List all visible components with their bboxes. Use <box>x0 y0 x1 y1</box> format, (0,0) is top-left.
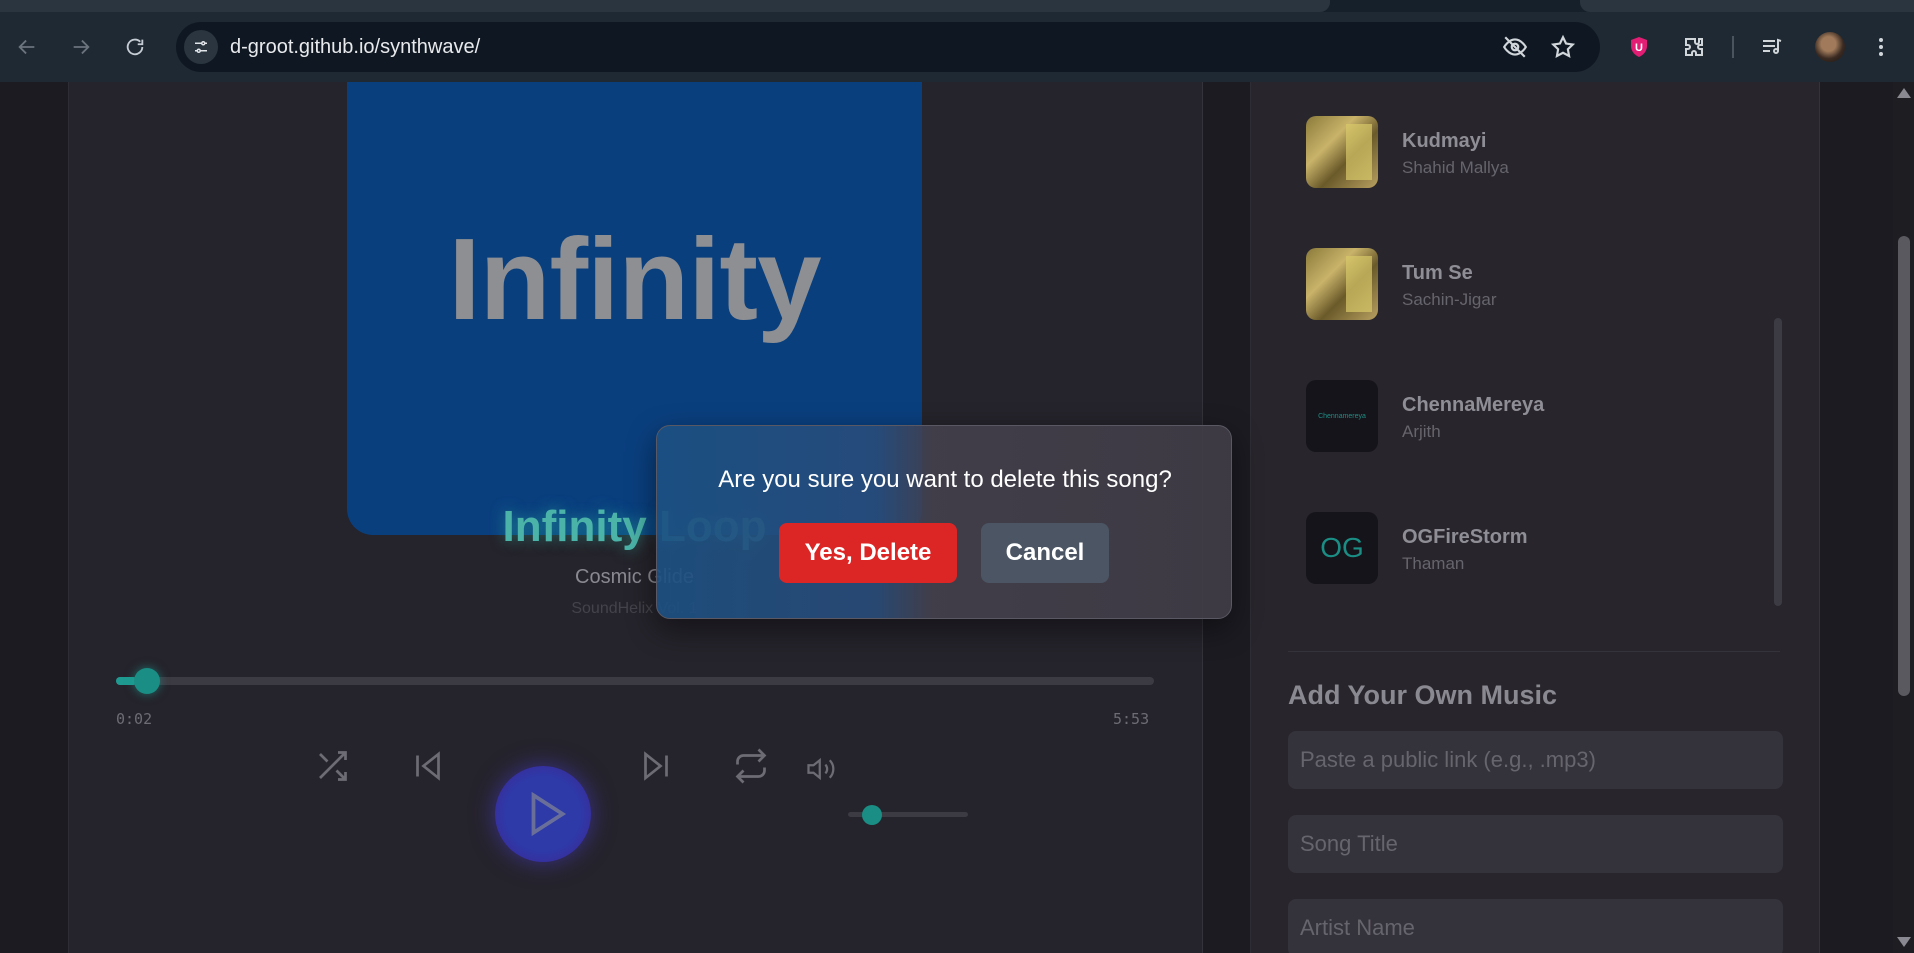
reload-icon <box>126 38 144 56</box>
address-bar[interactable]: d-groot.github.io/synthwave/ <box>176 22 1600 72</box>
scroll-down-arrow[interactable] <box>1897 937 1911 947</box>
song-link-input[interactable] <box>1288 731 1783 789</box>
progress-bar[interactable] <box>116 668 1154 694</box>
volume-icon <box>807 757 835 781</box>
puzzle-icon <box>1685 38 1703 56</box>
browser-toolbar: d-groot.github.io/synthwave/ U <box>0 0 1914 82</box>
cancel-button[interactable]: Cancel <box>981 523 1109 583</box>
page-scrollbar[interactable] <box>1893 82 1914 953</box>
song-thumbnail: OG <box>1306 512 1378 584</box>
back-button[interactable] <box>10 30 44 64</box>
playlist-item[interactable]: Chennamereya ChennaMereya Arjith <box>1306 380 1776 454</box>
playlist-song-title: Kudmayi <box>1402 130 1487 152</box>
playlist-item[interactable]: Tum Se Sachin-Jigar <box>1306 248 1776 322</box>
shuffle-icon <box>319 751 347 781</box>
profile-avatar[interactable] <box>1815 32 1845 62</box>
playlist-song-title: ChennaMereya <box>1402 394 1545 416</box>
reload-button[interactable] <box>118 30 152 64</box>
song-title-input[interactable] <box>1288 815 1783 873</box>
playlist-song-artist: Arjith <box>1402 422 1441 441</box>
arrow-right-icon <box>73 39 90 55</box>
forward-button[interactable] <box>64 30 98 64</box>
playlist-song-title: OGFireStorm <box>1402 526 1528 548</box>
dialog-message: Are you sure you want to delete this son… <box>718 466 1172 493</box>
album-art-text: Infinity <box>448 213 821 344</box>
queue-music-icon <box>1763 38 1782 54</box>
play-icon <box>531 791 567 837</box>
star-icon <box>1550 34 1576 59</box>
volume-button[interactable] <box>804 752 838 786</box>
song-thumbnail <box>1306 116 1378 188</box>
more-vertical-icon <box>1879 38 1883 56</box>
artist-name-input[interactable] <box>1288 899 1783 953</box>
bookmark-button[interactable] <box>1550 34 1576 60</box>
tune-icon <box>195 41 207 53</box>
browser-menu-button[interactable] <box>1864 30 1898 64</box>
active-tab[interactable] <box>0 0 1330 12</box>
url-host: d-groot.github.io <box>230 36 375 58</box>
previous-button[interactable] <box>408 746 448 786</box>
toolbar-divider <box>1732 36 1734 58</box>
progress-handle[interactable] <box>133 668 160 694</box>
skip-back-icon <box>416 751 440 781</box>
playlist-song-artist: Shahid Mallya <box>1402 158 1509 177</box>
current-time: 0:02 <box>116 710 153 728</box>
arrow-left-icon <box>18 39 35 55</box>
playlist-scrollbar[interactable] <box>1774 318 1782 606</box>
playlist-item[interactable]: OG OGFireStorm Thaman <box>1306 512 1776 586</box>
playlist-song-title: Tum Se <box>1402 262 1473 284</box>
eye-off-icon <box>1502 36 1528 58</box>
volume-handle[interactable] <box>862 805 882 825</box>
repeat-icon <box>735 748 767 784</box>
scroll-up-arrow[interactable] <box>1897 88 1911 98</box>
tab-strip-right <box>1580 0 1914 12</box>
thumbnail-caption: OG <box>1320 532 1364 563</box>
site-info-button[interactable] <box>184 30 218 64</box>
repeat-button[interactable] <box>731 746 771 786</box>
playlist-item[interactable]: Kudmayi Shahid Mallya <box>1306 116 1776 190</box>
section-divider <box>1288 651 1780 652</box>
song-thumbnail: Chennamereya <box>1306 380 1378 452</box>
url-path: /synthwave/ <box>374 36 481 58</box>
ublock-extension-button[interactable]: U <box>1622 30 1656 64</box>
shield-icon: U <box>1631 37 1647 57</box>
playlist-song-artist: Sachin-Jigar <box>1402 290 1497 309</box>
tab-strip <box>0 0 1914 12</box>
confirm-delete-button[interactable]: Yes, Delete <box>779 523 957 583</box>
page-scrollbar-thumb[interactable] <box>1898 236 1910 696</box>
tracking-protection-button[interactable] <box>1502 34 1528 60</box>
skip-forward-icon <box>644 751 668 781</box>
url-text[interactable]: d-groot.github.io/synthwave/ <box>230 36 480 59</box>
extension-badge: U <box>1635 42 1643 54</box>
song-thumbnail <box>1306 248 1378 320</box>
playlist-song-artist: Thaman <box>1402 554 1465 573</box>
volume-slider[interactable] <box>848 805 968 825</box>
thumbnail-caption: Chennamereya <box>1318 412 1366 420</box>
delete-confirm-dialog: Are you sure you want to delete this son… <box>656 425 1232 619</box>
media-controls-button[interactable] <box>1755 30 1789 64</box>
play-button[interactable] <box>495 766 591 862</box>
shuffle-button[interactable] <box>312 746 352 786</box>
next-button[interactable] <box>636 746 676 786</box>
extensions-button[interactable] <box>1677 30 1711 64</box>
total-time: 5:53 <box>1113 710 1150 728</box>
add-music-heading: Add Your Own Music <box>1288 680 1558 710</box>
